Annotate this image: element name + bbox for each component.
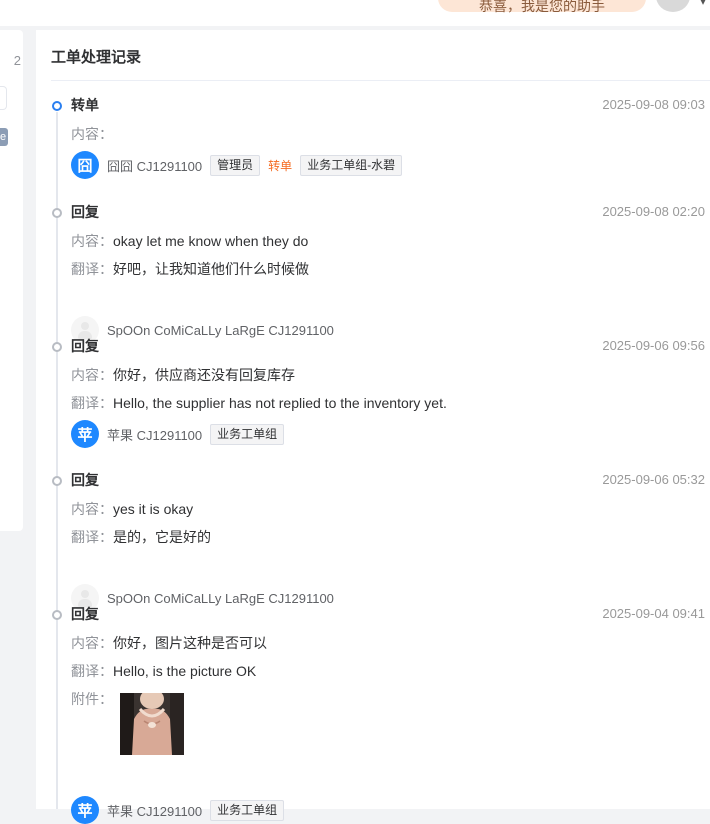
record-author: 苹 苹果 CJ1291100 业务工单组 bbox=[71, 796, 285, 824]
left-panel: 2 e bbox=[0, 30, 23, 531]
content-label: 内容： bbox=[71, 233, 113, 249]
translation-label: 翻译： bbox=[71, 261, 113, 277]
author-name: SpOOn CoMiCaLLy LaRgE CJ1291100 bbox=[107, 590, 334, 606]
record-time: 2025-09-08 09:03 bbox=[602, 97, 705, 112]
author-name: 苹果 CJ1291100 bbox=[107, 427, 203, 443]
timeline-dot-icon bbox=[52, 610, 62, 620]
record-translation: 翻译：好吧，让我知道他们什么时候做 bbox=[71, 260, 309, 278]
record-translation: 翻译：Hello, is the picture OK bbox=[71, 662, 256, 680]
record-type: 回复 bbox=[71, 472, 99, 488]
translation-label: 翻译： bbox=[71, 395, 113, 411]
author-name: 苹果 CJ1291100 bbox=[107, 803, 203, 819]
author-name: 囧囧 CJ1291100 bbox=[107, 158, 203, 174]
record-type: 回复 bbox=[71, 606, 99, 622]
record-content: 内容：你好，图片这种是否可以 bbox=[71, 634, 267, 652]
target-group-tag: 业务工单组-水碧 bbox=[300, 154, 403, 176]
timeline-dot-icon bbox=[52, 101, 62, 111]
assistant-notice[interactable]: 恭喜，我是您的助手 bbox=[438, 0, 646, 14]
user-avatar[interactable] bbox=[656, 0, 690, 12]
attachment-image[interactable] bbox=[120, 693, 184, 755]
record-time: 2025-09-06 05:32 bbox=[602, 472, 705, 487]
ticket-record-panel: 工单处理记录 转单 2025-09-08 09:03 内容： 囧 囧囧 CJ12… bbox=[36, 30, 710, 824]
translation-value: 好吧，让我知道他们什么时候做 bbox=[113, 261, 309, 277]
left-count: 2 bbox=[13, 53, 21, 68]
avatar: 囧 bbox=[71, 151, 99, 179]
record-author: SpOOn CoMiCaLLy LaRgE CJ1291100 bbox=[71, 316, 334, 344]
product-photo-icon bbox=[120, 693, 184, 755]
attachment-label: 附件： bbox=[71, 691, 113, 707]
record-author: 囧 囧囧 CJ1291100 管理员 转单 业务工单组-水碧 bbox=[71, 151, 403, 179]
content-value: okay let me know when they do bbox=[113, 233, 309, 249]
content-label: 内容： bbox=[71, 367, 113, 383]
group-tag: 业务工单组 bbox=[210, 799, 285, 821]
translation-value: Hello, the supplier has not replied to t… bbox=[113, 395, 447, 411]
assistant-notice-text: 恭喜，我是您的助手 bbox=[479, 0, 605, 14]
timeline-dot-icon bbox=[52, 342, 62, 352]
translation-label: 翻译： bbox=[71, 663, 113, 679]
top-bar: 恭喜，我是您的助手 ▾ bbox=[0, 0, 710, 26]
translation-label: 翻译： bbox=[71, 529, 113, 545]
content-value: yes it is okay bbox=[113, 501, 194, 517]
left-badge[interactable]: e bbox=[0, 128, 8, 146]
role-tag: 管理员 bbox=[210, 154, 261, 176]
record-author: SpOOn CoMiCaLLy LaRgE CJ1291100 bbox=[71, 584, 334, 612]
timeline: 转单 2025-09-08 09:03 内容： 囧 囧囧 CJ1291100 管… bbox=[36, 30, 710, 824]
content-label: 内容： bbox=[71, 126, 113, 142]
record-author: 苹 苹果 CJ1291100 业务工单组 bbox=[71, 420, 285, 448]
record-translation: 翻译：Hello, the supplier has not replied t… bbox=[71, 394, 447, 412]
content-value: 你好，供应商还没有回复库存 bbox=[113, 367, 295, 383]
record-content: 内容：okay let me know when they do bbox=[71, 232, 308, 250]
timeline-dot-icon bbox=[52, 476, 62, 486]
content-label: 内容： bbox=[71, 501, 113, 517]
record-translation: 翻译：是的，它是好的 bbox=[71, 528, 211, 546]
left-input[interactable] bbox=[0, 86, 7, 110]
record-type: 转单 bbox=[71, 97, 99, 113]
record-time: 2025-09-08 02:20 bbox=[602, 204, 705, 219]
record-type: 回复 bbox=[71, 204, 99, 220]
left-badge-text: e bbox=[0, 131, 7, 143]
transfer-action: 转单 bbox=[268, 158, 293, 173]
author-name: SpOOn CoMiCaLLy LaRgE CJ1291100 bbox=[107, 322, 334, 338]
avatar: 苹 bbox=[71, 796, 99, 824]
record-type: 回复 bbox=[71, 338, 99, 354]
group-tag: 业务工单组 bbox=[210, 423, 285, 445]
record-content: 内容： bbox=[71, 125, 113, 143]
translation-value: Hello, is the picture OK bbox=[113, 663, 257, 679]
record-content: 内容：yes it is okay bbox=[71, 500, 193, 518]
content-label: 内容： bbox=[71, 635, 113, 651]
content-value: 你好，图片这种是否可以 bbox=[113, 635, 267, 651]
chevron-down-icon[interactable]: ▾ bbox=[700, 0, 706, 8]
record-content: 内容：你好，供应商还没有回复库存 bbox=[71, 366, 295, 384]
record-time: 2025-09-04 09:41 bbox=[602, 606, 705, 621]
avatar: 苹 bbox=[71, 420, 99, 448]
record-time: 2025-09-06 09:56 bbox=[602, 338, 705, 353]
translation-value: 是的，它是好的 bbox=[113, 529, 211, 545]
timeline-dot-icon bbox=[52, 208, 62, 218]
